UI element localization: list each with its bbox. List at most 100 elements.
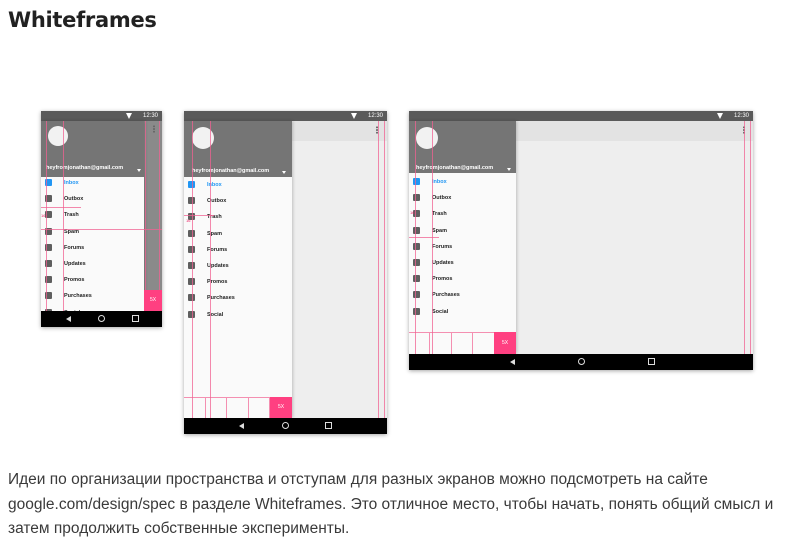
drawer-item-label: Outbox bbox=[432, 195, 452, 202]
fab-button[interactable]: 5X bbox=[494, 332, 516, 354]
tablet-portrait-mockup: 12:30 heyfromjonathan@gmail.com Inbox Out… bbox=[184, 111, 387, 434]
keyline bbox=[378, 121, 379, 418]
drawer-item-label: Social bbox=[432, 308, 449, 315]
fab-button[interactable]: 5X bbox=[270, 397, 292, 418]
fab-label: 5X bbox=[277, 404, 285, 410]
keyline bbox=[210, 121, 211, 418]
nav-drawer: heyfromjonathan@gmail.com Inbox Outbox Tra… bbox=[184, 121, 292, 418]
keyline-label: 16 bbox=[410, 210, 415, 215]
drawer-item[interactable]: Forums bbox=[184, 245, 292, 255]
drawer-item[interactable]: Updates bbox=[409, 258, 516, 268]
keyline bbox=[192, 121, 193, 418]
fab-label: 5X bbox=[149, 297, 157, 303]
page-title: Whiteframes bbox=[8, 8, 157, 32]
signal-icon bbox=[717, 113, 723, 119]
drawer-item[interactable]: Promos bbox=[41, 275, 144, 285]
fab-label: 5X bbox=[501, 340, 509, 346]
drawer-item-label: Spam bbox=[432, 227, 447, 234]
keyline-label: 16 bbox=[41, 213, 46, 218]
drawer-item[interactable]: Purchases bbox=[41, 291, 144, 301]
drawer-item[interactable]: Spam bbox=[184, 229, 292, 239]
drawer-item[interactable]: Trash bbox=[41, 210, 144, 220]
drawer-item[interactable]: Spam bbox=[409, 226, 516, 236]
keyline bbox=[63, 121, 64, 311]
back-icon[interactable] bbox=[510, 359, 515, 365]
grid-cell bbox=[248, 397, 271, 418]
drawer-item-label: Promos bbox=[432, 276, 453, 283]
home-icon[interactable] bbox=[282, 422, 289, 429]
grid-cell bbox=[184, 397, 206, 418]
drawer-item-label: Purchases bbox=[432, 292, 460, 299]
drawer-item[interactable]: Updates bbox=[184, 261, 292, 271]
keyline bbox=[409, 237, 439, 238]
keyline bbox=[159, 121, 160, 311]
description-paragraph: Идеи по организации пространства и отсту… bbox=[8, 471, 774, 537]
keyline bbox=[184, 215, 214, 216]
home-icon[interactable] bbox=[98, 315, 105, 322]
grid-cell bbox=[430, 332, 452, 354]
grid-cell bbox=[227, 397, 249, 418]
home-icon[interactable] bbox=[578, 358, 585, 365]
drawer-item-label: Forums bbox=[64, 244, 85, 251]
recents-icon[interactable] bbox=[648, 358, 655, 365]
grid-cell bbox=[451, 332, 474, 354]
recents-icon[interactable] bbox=[325, 422, 332, 429]
status-bar: 12:30 bbox=[41, 111, 162, 121]
drawer-item-label: Promos bbox=[64, 277, 85, 284]
drawer-item[interactable]: Forums bbox=[41, 243, 144, 253]
keyline bbox=[744, 121, 745, 354]
drawer-item[interactable]: Inbox bbox=[184, 180, 292, 190]
drawer-item-label: Outbox bbox=[64, 196, 84, 203]
grid-cell bbox=[409, 332, 431, 354]
grid-cell bbox=[473, 332, 495, 354]
drawer-item-label: Purchases bbox=[64, 293, 92, 300]
keyline bbox=[145, 121, 146, 311]
drawer-item[interactable]: Outbox bbox=[184, 196, 292, 206]
overflow-menu-icon bbox=[153, 125, 155, 133]
grid-cell bbox=[205, 397, 228, 418]
drawer-item[interactable]: Outbox bbox=[41, 194, 144, 204]
drawer-item[interactable]: Inbox bbox=[41, 178, 144, 188]
drawer-item[interactable]: Purchases bbox=[184, 293, 292, 303]
drawer-item[interactable]: Trash bbox=[409, 209, 516, 219]
status-time: 12:30 bbox=[142, 113, 158, 119]
back-icon[interactable] bbox=[66, 316, 71, 322]
drawer-item[interactable]: Forums bbox=[409, 242, 516, 252]
system-nav-bar bbox=[409, 354, 753, 370]
keyline bbox=[750, 121, 751, 354]
keyline bbox=[384, 121, 385, 418]
drawer-item[interactable]: Updates bbox=[41, 259, 144, 269]
tablet-landscape-mockup: 12:30 heyfromjonathan@gmail.com Inbox Out… bbox=[409, 111, 753, 370]
phone-mockup: 12:30 heyfromjonathan@gmail.com Inbox Out… bbox=[41, 111, 162, 327]
drawer-item-label: Trash bbox=[432, 211, 447, 218]
recents-icon[interactable] bbox=[132, 315, 139, 322]
drawer-item[interactable]: Inbox bbox=[409, 177, 516, 187]
drawer-item[interactable]: Outbox bbox=[409, 193, 516, 203]
keyline bbox=[46, 121, 47, 311]
drawer-item-label: Updates bbox=[64, 261, 86, 267]
system-nav-bar bbox=[184, 418, 387, 434]
drawer-item[interactable]: Social bbox=[184, 310, 292, 320]
status-bar: 12:30 bbox=[184, 111, 387, 121]
drawer-item[interactable]: Promos bbox=[184, 277, 292, 287]
keyline bbox=[41, 229, 162, 230]
drawer-item[interactable]: Promos bbox=[409, 274, 516, 284]
system-nav-bar bbox=[41, 311, 162, 327]
back-icon[interactable] bbox=[239, 423, 244, 429]
nav-list: Inbox Outbox Trash Spam Forums Updates Promos P… bbox=[41, 121, 144, 316]
drawer-item-label: Updates bbox=[432, 260, 454, 266]
drawer-item[interactable]: Purchases bbox=[409, 290, 516, 300]
drawer-item[interactable]: Social bbox=[409, 307, 516, 317]
fab-button[interactable]: 5X bbox=[144, 290, 162, 311]
drawer-item-label: Inbox bbox=[64, 180, 79, 186]
nav-drawer: heyfromjonathan@gmail.com Inbox Outbox Tra… bbox=[41, 121, 144, 316]
drawer-item-label: Inbox bbox=[432, 179, 447, 185]
signal-icon bbox=[351, 113, 357, 119]
keyline bbox=[41, 207, 81, 208]
drawer-item-label: Forums bbox=[432, 243, 453, 250]
signal-icon bbox=[126, 113, 132, 119]
drawer-item[interactable]: Trash bbox=[184, 212, 292, 222]
status-bar: 12:30 bbox=[409, 111, 753, 121]
status-time: 12:30 bbox=[733, 113, 749, 119]
drawer-item-label: Purchases bbox=[207, 295, 235, 302]
